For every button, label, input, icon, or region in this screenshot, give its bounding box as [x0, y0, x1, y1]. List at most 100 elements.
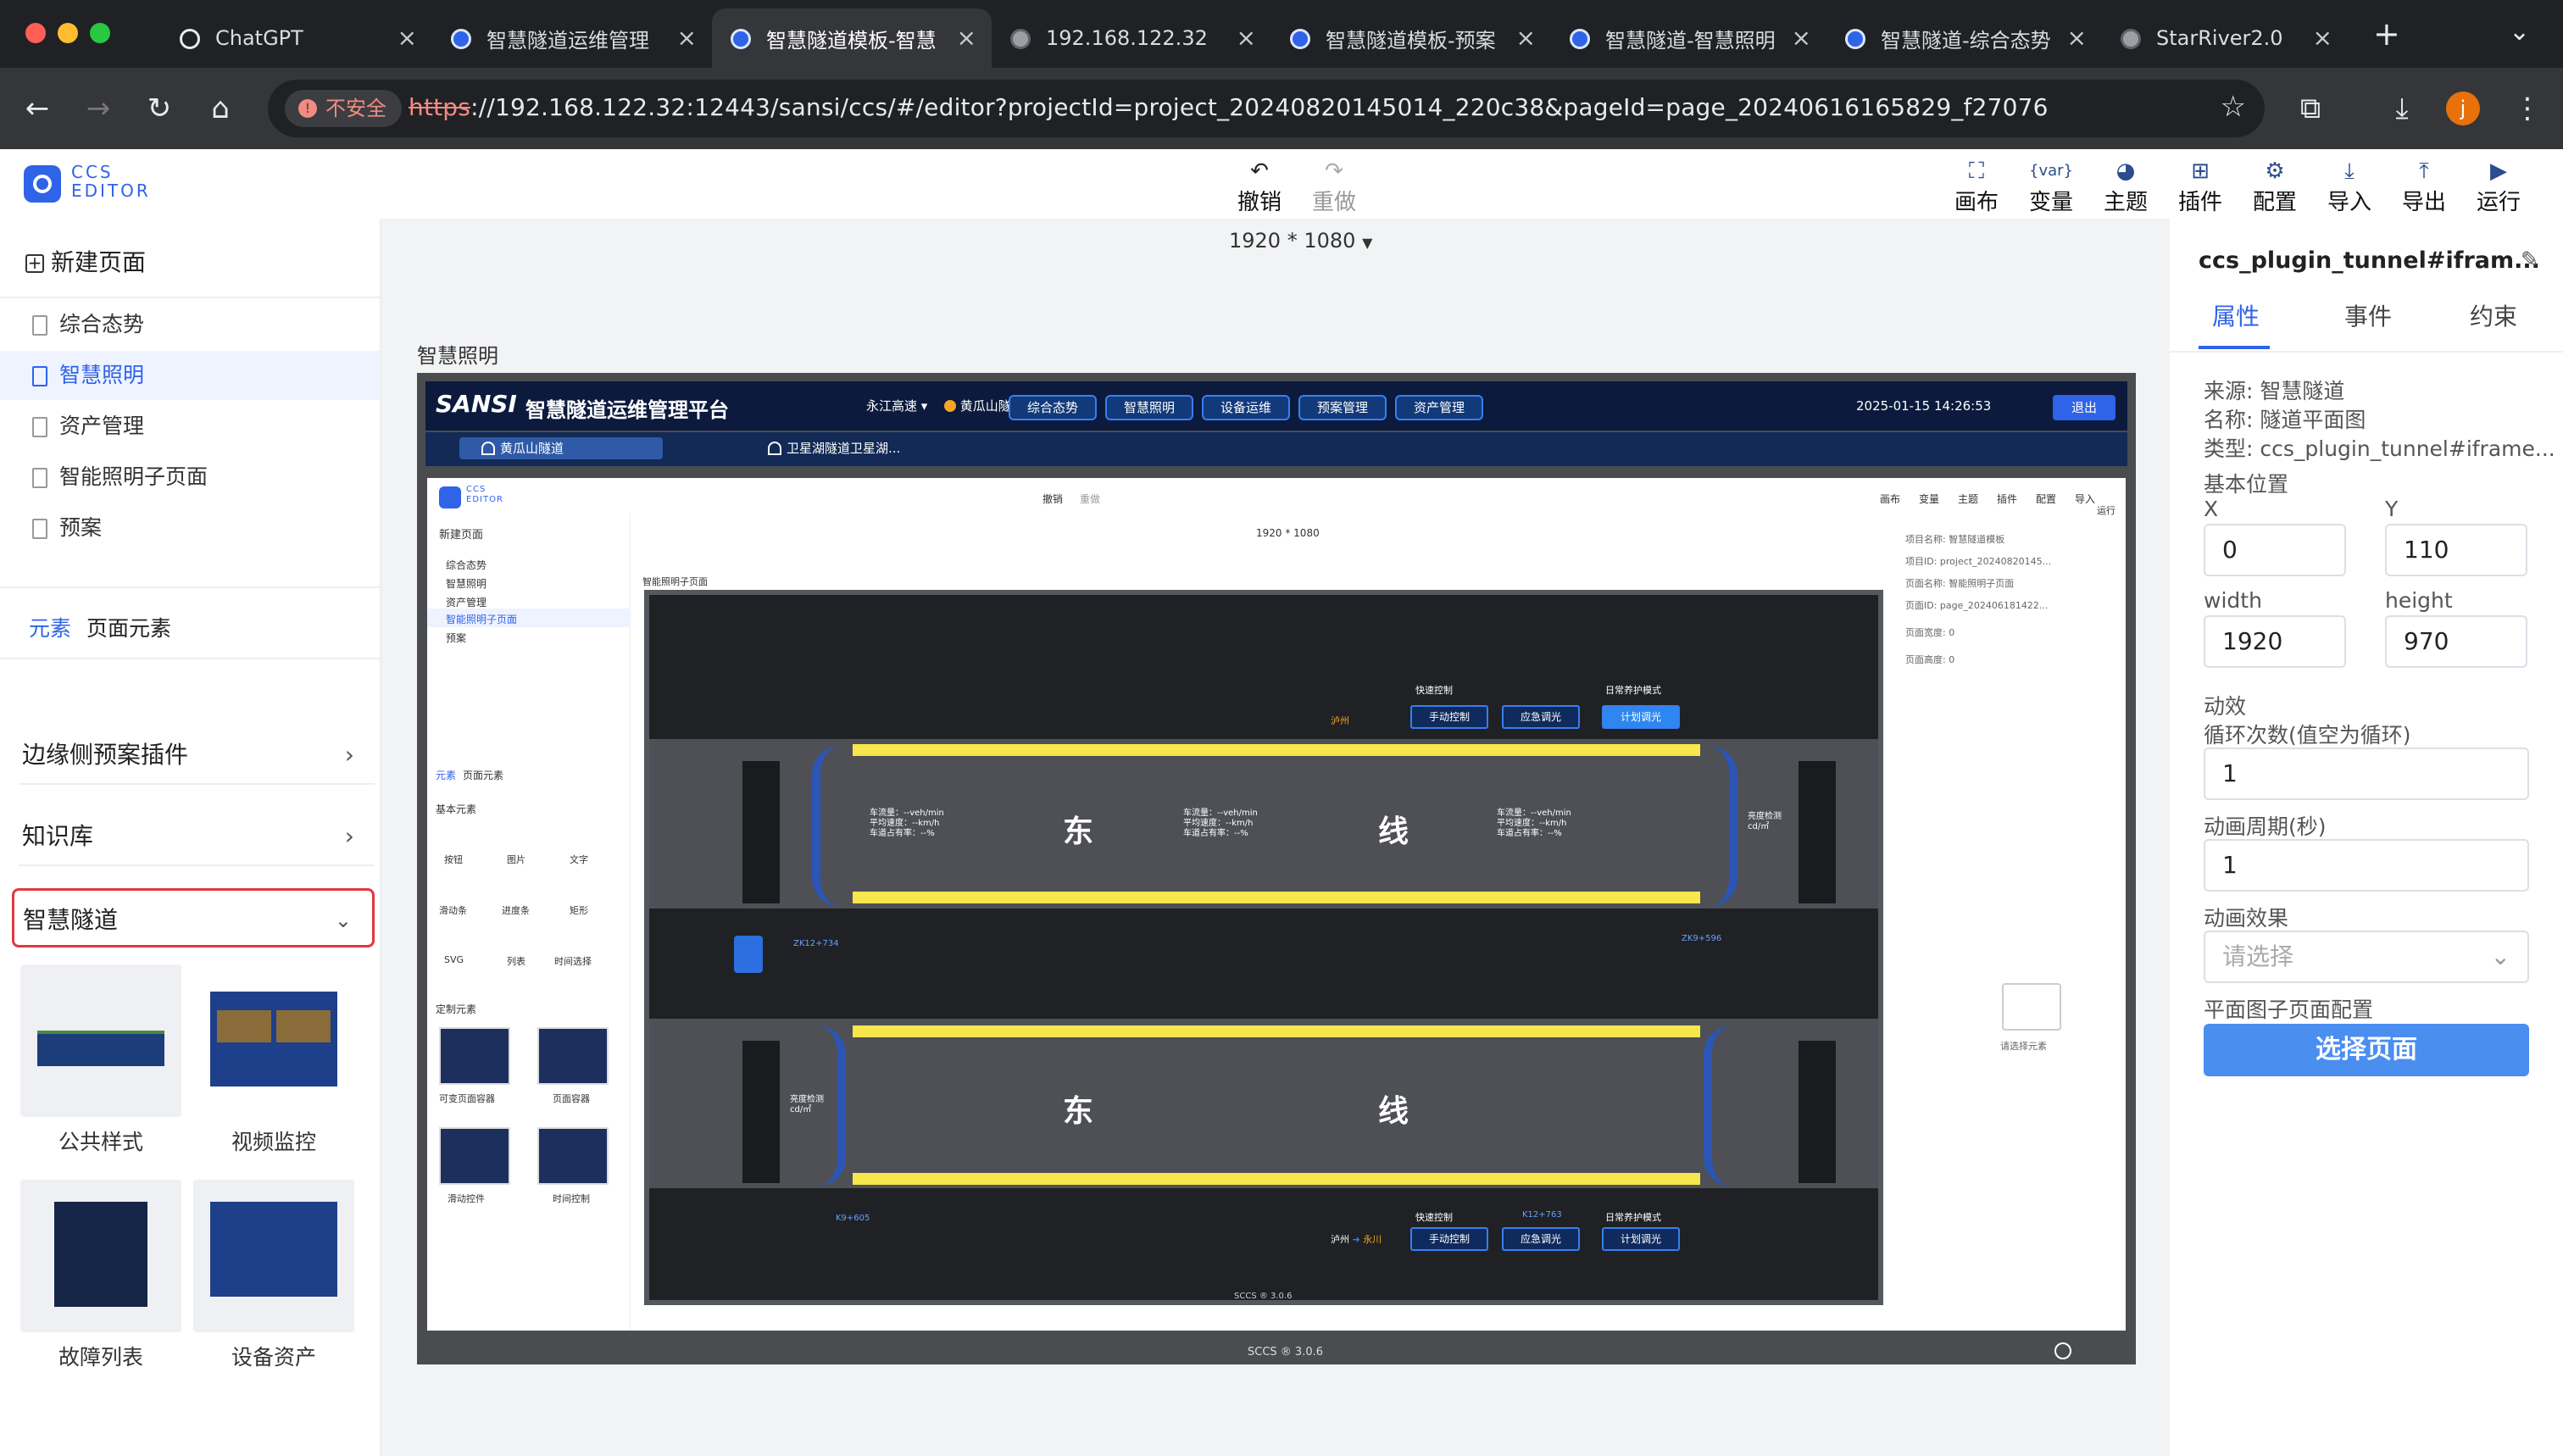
inner-basic-item[interactable]: 列表 [507, 954, 525, 968]
tunnel-plan-view[interactable]: 东 线 车流量：--veh/min 平均速度：--km/h 车道占有率：--% 车流… [644, 590, 1883, 1305]
manual-control-button-lower[interactable]: 手动控制 [1410, 1227, 1488, 1251]
traffic-sensor-2[interactable]: 车流量：--veh/min 平均速度：--km/h 车道占有率：--% [1183, 809, 1258, 839]
close-window-icon[interactable] [25, 23, 46, 43]
address-bar[interactable]: ! 不安全 https://192.168.122.32:12443/sansi… [268, 80, 2265, 137]
inner-page-item-active[interactable]: 智能照明子页面 [446, 612, 517, 626]
emergency-dim-button[interactable]: 应急调光 [1502, 705, 1580, 729]
tab-page-elements[interactable]: 页面元素 [86, 612, 171, 642]
tab-search-chevron-icon[interactable]: ⌄ [2509, 17, 2530, 47]
plugin-button[interactable]: ⊞ 插件 [2166, 158, 2234, 216]
tab-properties[interactable]: 属性 [2212, 298, 2260, 332]
config-button[interactable]: ⚙ 配置 [2241, 158, 2309, 216]
inner-basic-item[interactable]: 滑动条 [439, 903, 467, 917]
inner-plugin-button[interactable]: 插件 [1997, 492, 2017, 506]
power-icon[interactable] [2054, 1342, 2071, 1359]
inner-theme-button[interactable]: 主题 [1958, 492, 1978, 506]
group-knowledge-base[interactable]: 知识库 › [19, 807, 375, 866]
inner-basic-item[interactable]: 按钮 [444, 853, 463, 866]
browser-tab-overview[interactable]: 智慧隧道-综合态势 × [1826, 8, 2102, 68]
tab-close-icon[interactable]: × [957, 24, 976, 52]
tab-close-icon[interactable]: × [1237, 24, 1256, 52]
tab-close-icon[interactable]: × [1792, 24, 1811, 52]
inner-undo-button[interactable]: 撤销 [1042, 492, 1063, 506]
luminance-sensor-2[interactable]: 亮度检测 cd/㎡ [790, 1095, 824, 1115]
inner-variable-button[interactable]: 变量 [1919, 492, 1939, 506]
inner-redo-button[interactable]: 重做 [1080, 492, 1100, 506]
inner-page-item[interactable]: 资产管理 [446, 595, 486, 609]
inner-resolution-select[interactable]: 1920 * 1080 [1256, 527, 1320, 539]
road-select[interactable]: 永江高速 ▾ [866, 397, 927, 414]
thumb-common-style[interactable]: 公共样式 [20, 964, 181, 1156]
tunnel-plugin-frame[interactable]: SANSI 智慧隧道运维管理平台 永江高速 ▾ 黄瓜山隧道 ▾ 综合态势 智慧照… [417, 373, 2136, 1364]
browser-tab-ip[interactable]: 192.168.122.32 × [992, 8, 1271, 68]
inner-custom-item[interactable]: 滑动控件 [448, 1192, 485, 1205]
inner-custom-item[interactable]: 可变页面容器 [439, 1092, 495, 1105]
tab-close-icon[interactable]: × [677, 24, 697, 52]
inner-page-item[interactable]: 预案 [446, 631, 466, 645]
inner-custom-item[interactable]: 页面容器 [553, 1092, 590, 1105]
browser-tab-starriver[interactable]: StarRiver2.0 × [2102, 8, 2348, 68]
canvas-button[interactable]: ⛶ 画布 [1943, 158, 2010, 216]
undo-button[interactable]: ↶ 撤销 [1226, 158, 1293, 216]
theme-button[interactable]: ◕ 主题 [2092, 158, 2160, 216]
inner-basic-item[interactable]: 进度条 [502, 903, 530, 917]
maximize-window-icon[interactable] [90, 23, 110, 43]
tab-close-icon[interactable]: × [398, 24, 417, 52]
thumb-video-monitor[interactable]: 视频监控 [193, 964, 354, 1156]
emergency-dim-button-lower[interactable]: 应急调光 [1502, 1227, 1580, 1251]
browser-tab-chatgpt[interactable]: ChatGPT × [161, 8, 432, 68]
inner-import-button[interactable]: 导入 [2075, 492, 2095, 506]
extensions-puzzle-icon[interactable]: ⧉ [2292, 90, 2329, 127]
reload-icon[interactable]: ↻ [141, 90, 178, 127]
run-button[interactable]: ▶ 运行 [2465, 158, 2532, 216]
inner-basic-item[interactable]: 矩形 [570, 903, 588, 917]
inner-tab-page-elements[interactable]: 页面元素 [463, 768, 503, 782]
variable-button[interactable]: {var} 变量 [2017, 158, 2085, 216]
anim-period-input[interactable]: 1 [2204, 839, 2529, 892]
tab-events[interactable]: 事件 [2344, 298, 2392, 332]
edit-icon[interactable]: ✎ [2521, 247, 2539, 273]
new-tab-button[interactable]: + [2373, 15, 2400, 53]
inner-page-item[interactable]: 智慧照明 [446, 576, 486, 591]
anim-effect-select[interactable]: 请选择 ⌄ [2204, 931, 2529, 983]
manual-control-button[interactable]: 手动控制 [1410, 705, 1488, 729]
resolution-select[interactable]: 1920 * 1080 ▼ [1229, 229, 1372, 253]
page-item-lighting-sub[interactable]: 智能照明子页面 [0, 453, 380, 502]
height-input[interactable]: 970 [2385, 615, 2527, 668]
page-item-assets[interactable]: 资产管理 [0, 402, 380, 451]
home-icon[interactable]: ⌂ [202, 90, 239, 127]
minimize-window-icon[interactable] [58, 23, 78, 43]
tab-elements[interactable]: 元素 [29, 612, 71, 642]
inner-basic-item[interactable]: 文字 [570, 853, 588, 866]
browser-tab-plan[interactable]: 智慧隧道模板-预案 × [1271, 8, 1551, 68]
url-text[interactable]: https://192.168.122.32:12443/sansi/ccs/#… [409, 93, 2049, 121]
back-arrow-icon[interactable]: ← [19, 90, 56, 127]
tab-constraints[interactable]: 约束 [2470, 298, 2517, 332]
nav-device-ops[interactable]: 设备运维 [1202, 395, 1290, 420]
tab-close-icon[interactable]: × [2067, 24, 2087, 52]
inner-custom-item[interactable]: 时间控制 [553, 1192, 590, 1205]
inner-basic-item[interactable]: 图片 [507, 853, 525, 866]
forward-arrow-icon[interactable]: → [80, 90, 117, 127]
width-input[interactable]: 1920 [2204, 615, 2346, 668]
cabinet-device-icon[interactable] [734, 936, 763, 973]
traffic-sensor-1[interactable]: 车流量：--veh/min 平均速度：--km/h 车道占有率：--% [870, 809, 944, 839]
page-item-plan[interactable]: 预案 [0, 503, 380, 553]
select-page-button[interactable]: 选择页面 [2204, 1024, 2529, 1076]
group-smart-tunnel[interactable]: 智慧隧道 ⌄ [12, 888, 375, 948]
inner-page-item[interactable]: 综合态势 [446, 558, 486, 572]
inner-tab-elements[interactable]: 元素 [436, 768, 456, 782]
import-button[interactable]: ⤓ 导入 [2316, 158, 2383, 216]
export-button[interactable]: ⤒ 导出 [2390, 158, 2458, 216]
more-menu-icon[interactable]: ⋮ [2509, 90, 2546, 127]
luminance-sensor-1[interactable]: 亮度检测 cd/㎡ [1748, 812, 1782, 832]
download-icon[interactable]: ⤓ [2383, 90, 2421, 127]
redo-button[interactable]: ↷ 重做 [1300, 158, 1368, 216]
browser-tab-ops[interactable]: 智慧隧道运维管理 × [432, 8, 712, 68]
inner-basic-item[interactable]: SVG [444, 954, 464, 965]
security-indicator[interactable]: ! 不安全 [285, 90, 402, 127]
nav-overview[interactable]: 综合态势 [1009, 395, 1097, 420]
plan-dim-button[interactable]: 计划调光 [1602, 705, 1680, 729]
browser-tab-active[interactable]: 智慧隧道模板-智慧 × [712, 8, 992, 68]
thumb-device-assets[interactable]: 设备资产 [193, 1180, 354, 1371]
